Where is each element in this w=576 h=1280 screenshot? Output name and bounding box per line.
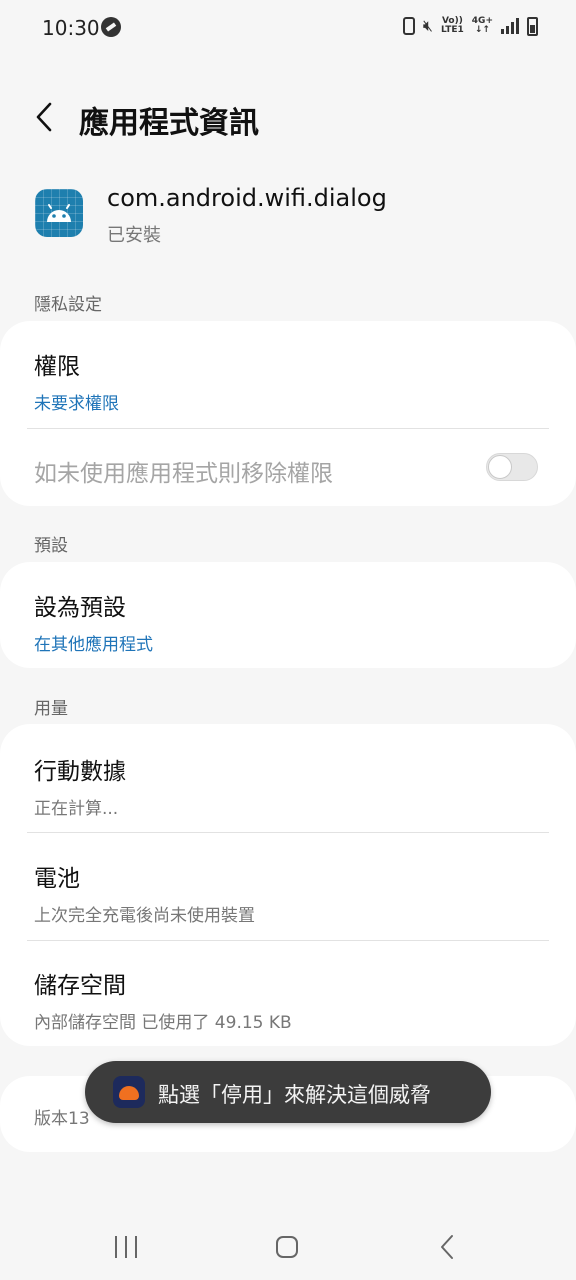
battery-value: 上次完全充電後尚未使用裝置 [34, 906, 255, 926]
defaults-card: 設為預設 在其他應用程式 [0, 562, 576, 668]
notification-app-icon [101, 17, 121, 37]
back-button[interactable] [30, 100, 60, 134]
mobile-data-title: 行動數據 [34, 759, 126, 785]
divider [27, 940, 549, 941]
chevron-left-icon [36, 102, 52, 132]
set-default-value: 在其他應用程式 [34, 635, 153, 655]
battery-saver-icon [402, 17, 415, 35]
permissions-item[interactable]: 權限 未要求權限 [34, 347, 542, 414]
navigation-bar [0, 1210, 576, 1280]
battery-icon [527, 16, 538, 36]
permissions-value: 未要求權限 [34, 394, 119, 414]
app-package-name: com.android.wifi.dialog [107, 184, 387, 212]
app-install-status: 已安裝 [107, 225, 161, 246]
volte-icon: Vo)) LTE1 [441, 16, 464, 35]
section-label-defaults: 預設 [34, 536, 68, 556]
set-default-item[interactable]: 設為預設 在其他應用程式 [34, 588, 542, 655]
status-time: 10:30 [42, 16, 100, 40]
section-label-privacy: 隱私設定 [34, 295, 102, 315]
page-title: 應用程式資訊 [79, 106, 259, 141]
mobile-data-item[interactable]: 行動數據 正在計算... [34, 752, 542, 819]
toast-message: 點選「停用」來解決這個威脅 [158, 1083, 431, 1107]
security-app-icon [113, 1076, 145, 1108]
storage-item[interactable]: 儲存空間 內部儲存空間 已使用了 49.15 KB [34, 966, 542, 1033]
section-label-usage: 用量 [34, 699, 68, 719]
signal-icon [501, 18, 519, 34]
battery-item[interactable]: 電池 上次完全充電後尚未使用裝置 [34, 859, 542, 926]
recent-apps-button[interactable] [115, 1236, 137, 1258]
permissions-title: 權限 [34, 354, 80, 380]
battery-title: 電池 [34, 866, 80, 892]
remove-permissions-label: 如未使用應用程式則移除權限 [34, 461, 333, 487]
divider [27, 428, 549, 429]
storage-value: 內部儲存空間 已使用了 49.15 KB [34, 1013, 292, 1033]
network-type-icon: 4G+ ↓↑ [471, 16, 493, 35]
privacy-card: 權限 未要求權限 如未使用應用程式則移除權限 [0, 321, 576, 506]
threat-toast: 點選「停用」來解決這個威脅 [85, 1061, 491, 1123]
set-default-title: 設為預設 [34, 595, 126, 621]
android-app-icon [35, 189, 83, 237]
divider [27, 832, 549, 833]
mute-icon: 🔇︎ [422, 16, 433, 35]
remove-permissions-toggle[interactable] [486, 453, 538, 481]
nav-back-button[interactable] [437, 1234, 457, 1260]
storage-title: 儲存空間 [34, 973, 126, 999]
status-icons: 🔇︎ Vo)) LTE1 4G+ ↓↑ [402, 16, 538, 36]
status-bar: 10:30 🔇︎ Vo)) LTE1 4G+ ↓↑ [0, 0, 576, 56]
home-button[interactable] [276, 1236, 298, 1258]
mobile-data-value: 正在計算... [34, 799, 119, 819]
usage-card: 行動數據 正在計算... 電池 上次完全充電後尚未使用裝置 儲存空間 內部儲存空… [0, 724, 576, 1046]
remove-permissions-item[interactable]: 如未使用應用程式則移除權限 [34, 454, 466, 488]
chevron-left-icon [441, 1235, 453, 1259]
